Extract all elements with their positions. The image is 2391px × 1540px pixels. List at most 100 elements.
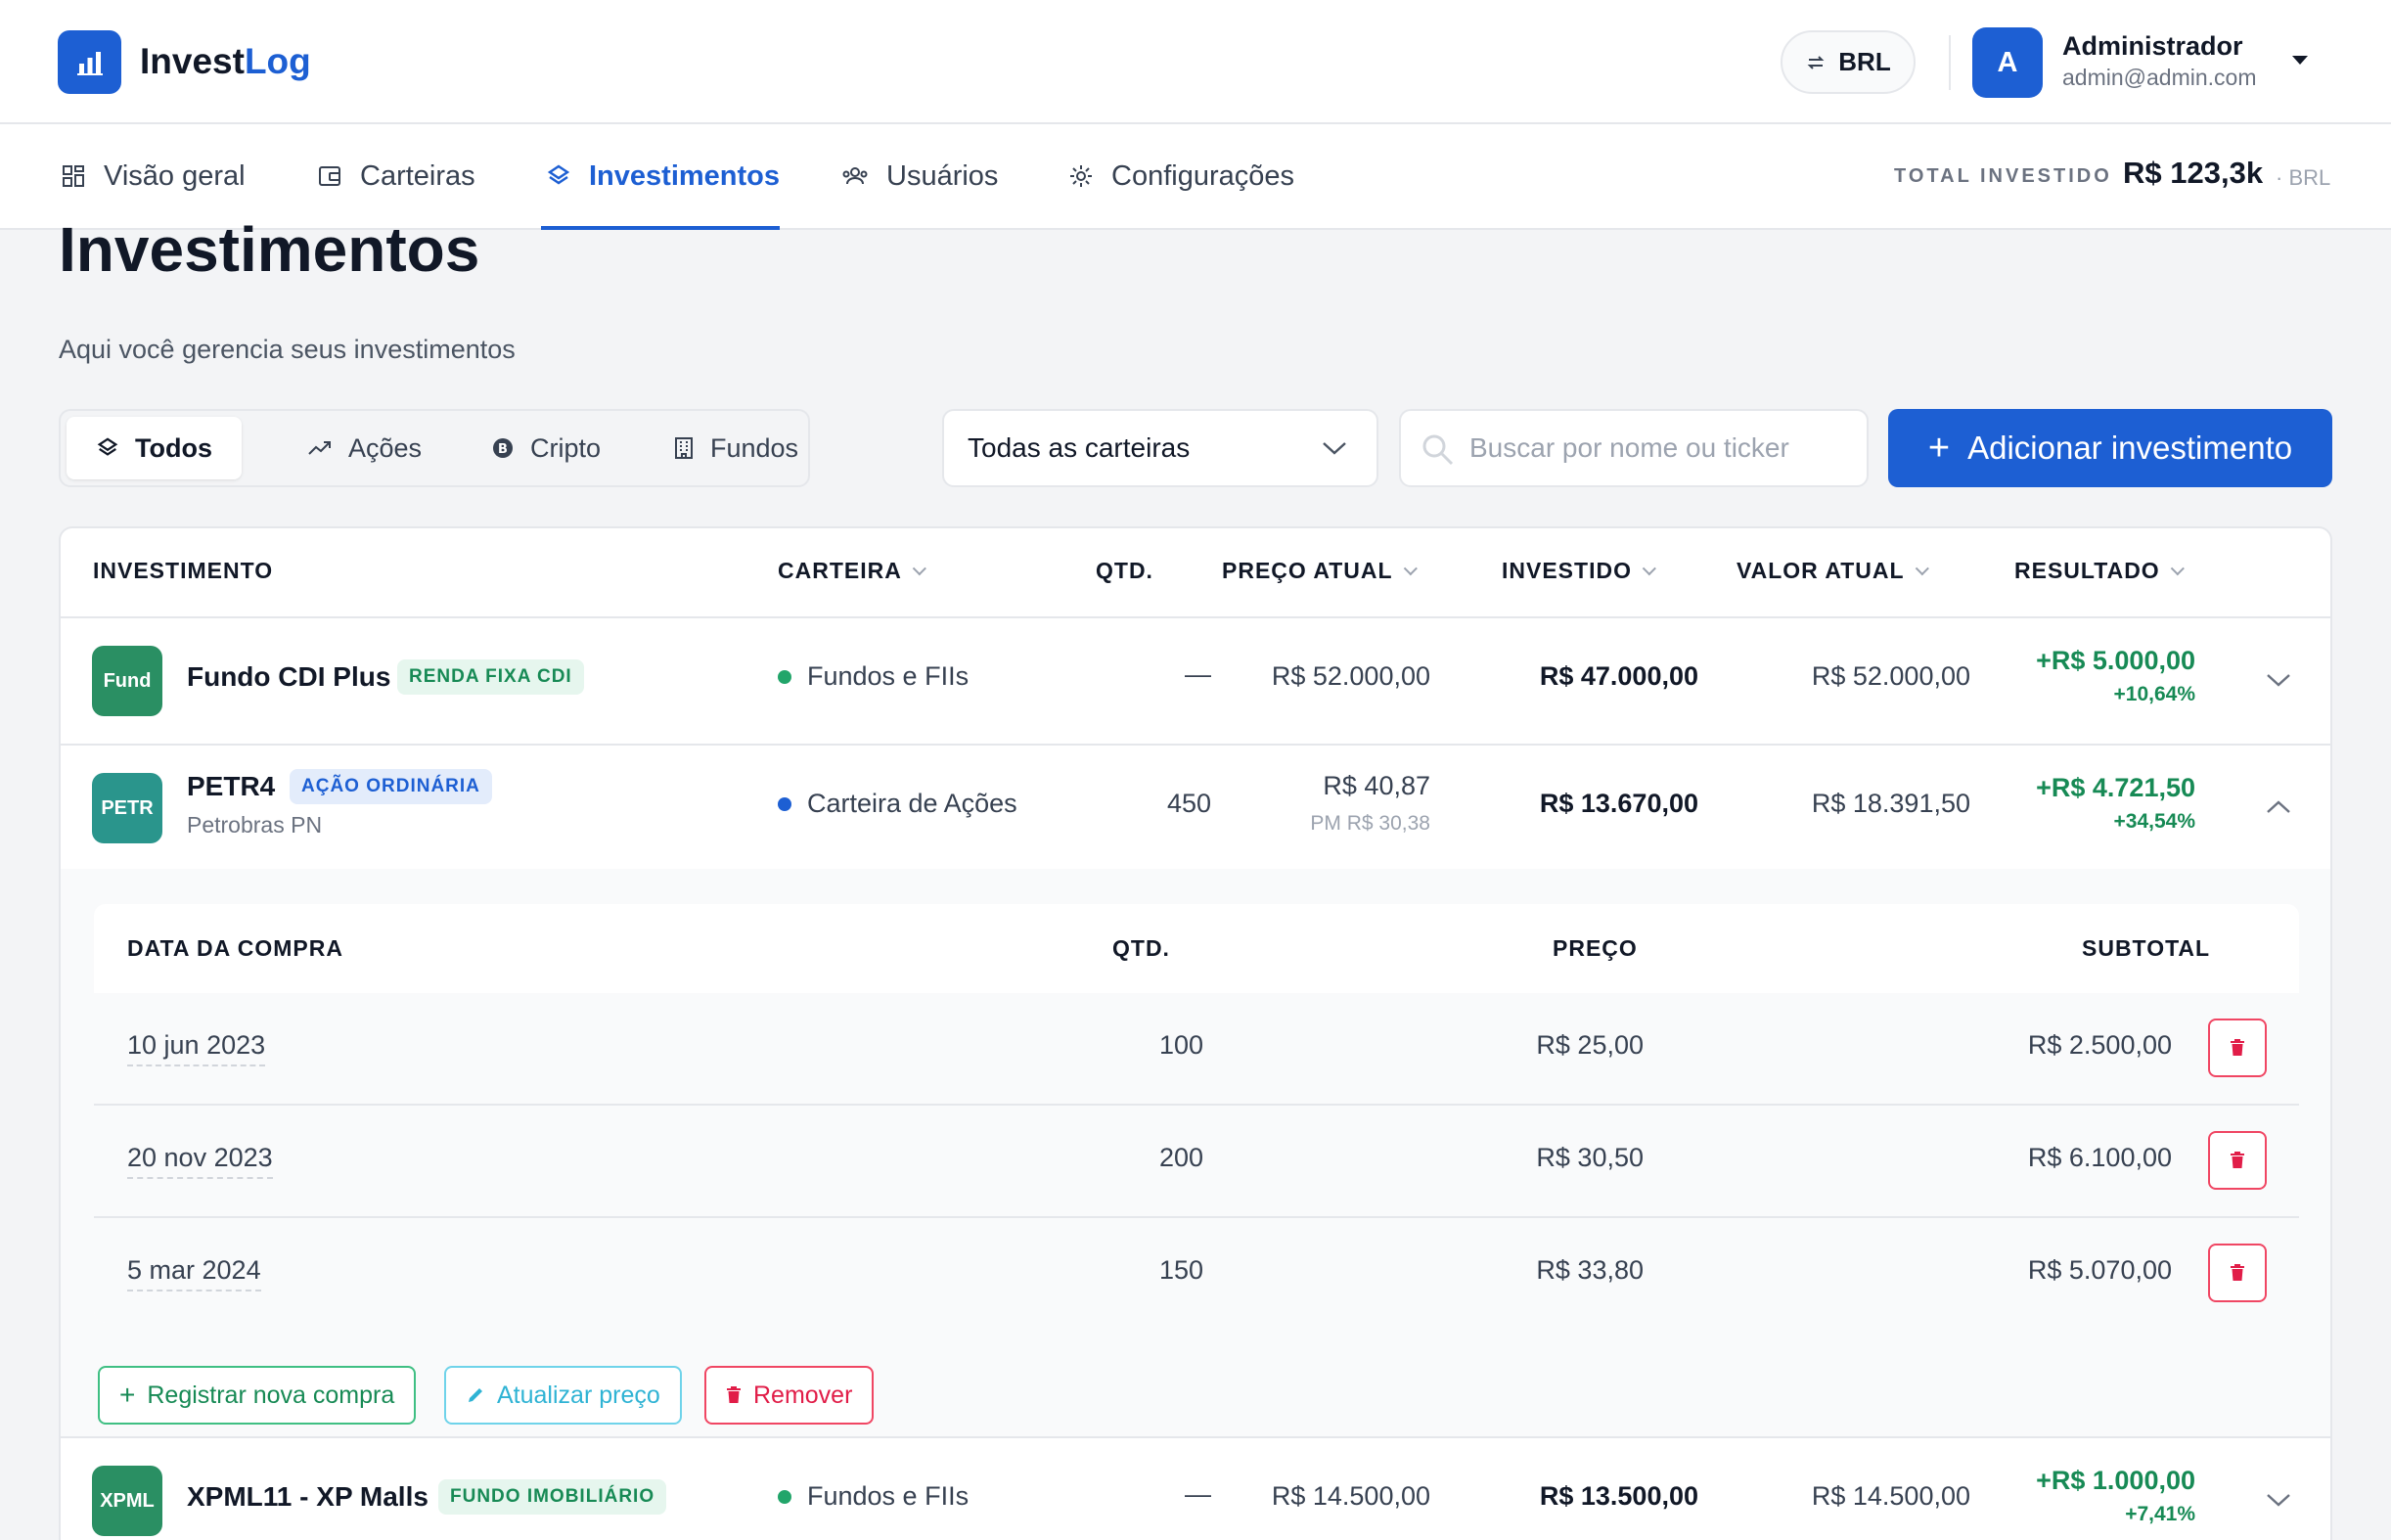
delete-purchase-button[interactable] [2208,1019,2267,1077]
purchase-row: 10 jun 2023 100 R$ 25,00 R$ 2.500,00 [94,993,2299,1104]
asset-type-badge: Fund [92,646,162,716]
purchase-price: R$ 25,00 [1536,1030,1644,1060]
wallet-select[interactable]: Todas as carteiras [942,409,1378,487]
investment-subname: Petrobras PN [187,812,323,838]
nav-item-settings[interactable]: Configurações [1068,124,1294,228]
nav-label: Investimentos [589,159,780,192]
qty-cell: 450 [1166,789,1211,818]
user-name[interactable]: Administrador [2062,31,2243,62]
user-menu-caret-icon[interactable] [2292,56,2308,65]
wallet-dot-icon [778,669,791,684]
purchase-qty: 150 [1158,1255,1203,1285]
collapse-row-chevron-up-icon[interactable] [2264,793,2293,822]
sort-caret-icon [912,561,926,575]
divider [1949,35,1951,90]
result-percent: +34,54% [2113,810,2196,833]
result-value: +R$ 5.000,00 [2036,646,2195,675]
purchase-price: R$ 30,50 [1536,1143,1644,1172]
register-purchase-button[interactable]: + Registrar nova compra [98,1366,417,1425]
column-header-purchase-qty: QTD. [1112,935,1170,961]
users-icon [842,167,868,185]
nav-item-investments[interactable]: Investimentos [546,124,780,228]
nav-label: Configurações [1111,159,1294,192]
sort-caret-icon [1915,561,1929,575]
current-value-cell: R$ 18.391,50 [1811,789,1970,818]
svg-text:B: B [498,442,508,457]
column-header-purchase-date: DATA DA COMPRA [127,935,343,961]
logo-icon[interactable] [58,30,121,94]
table-row[interactable]: XPML XPML11 - XP Malls FUNDO IMOBILIÁRIO… [61,1438,2330,1540]
average-price: PM R$ 30,38 [1310,812,1430,835]
column-header-investment: INVESTIMENTO [93,558,274,583]
remove-investment-label: Remover [753,1381,853,1409]
column-header-invested[interactable]: INVESTIDO [1502,558,1656,584]
search-input[interactable] [1469,411,1861,485]
table-row[interactable]: PETR PETR4 AÇÃO ORDINÁRIA Petrobras PN C… [61,746,2330,871]
column-header-purchase-price: PREÇO [1553,935,1638,961]
app-name[interactable]: InvestLog [140,41,311,82]
add-investment-button[interactable]: + Adicionar investimento [1888,409,2332,487]
investment-name: PETR4 [187,771,276,801]
filter-tab-label: Fundos [710,432,799,463]
sort-caret-icon [2170,561,2185,575]
invested-cell: R$ 13.500,00 [1539,1481,1698,1511]
current-value-cell: R$ 52.000,00 [1811,661,1970,691]
currency-label: BRL [1838,47,1891,76]
purchase-date[interactable]: 10 jun 2023 [127,1030,266,1066]
wallet-cell: Fundos e FIIs [778,1481,969,1512]
purchase-subtotal: R$ 6.100,00 [2027,1143,2172,1172]
filter-tab-label: Cripto [530,432,602,463]
category-tag: RENDA FIXA CDI [397,659,584,695]
gear-icon [1070,165,1092,187]
total-invested-label: TOTAL INVESTIDO [1894,165,2112,187]
wallet-dot-icon [778,796,791,811]
sort-caret-icon [1403,561,1418,575]
filter-tab-stocks[interactable]: Ações [278,417,451,479]
nav-label: Visão geral [104,159,246,192]
purchase-price: R$ 33,80 [1536,1255,1644,1285]
filter-tab-all[interactable]: Todos [67,417,242,479]
purchase-date[interactable]: 20 nov 2023 [127,1143,273,1179]
layers-icon [97,437,118,456]
total-invested-value: R$ 123,3k [2123,156,2264,190]
price-cell: R$ 52.000,00 [1271,661,1430,691]
column-header-wallet[interactable]: CARTEIRA [778,558,926,584]
wallet-dot-icon [778,1489,791,1504]
update-price-button[interactable]: Atualizar preço [444,1366,682,1425]
filter-tab-crypto[interactable]: B Cripto [462,417,630,479]
result-percent: +7,41% [2125,1503,2195,1525]
remove-investment-button[interactable]: Remover [704,1366,875,1425]
page-subtitle: Aqui você gerencia seus investimentos [59,335,516,364]
filter-tab-funds[interactable]: Fundos [644,417,828,479]
trash-icon [2231,1152,2244,1168]
wallet-cell: Fundos e FIIs [778,661,969,692]
trash-icon [2231,1039,2244,1056]
expand-row-chevron-down-icon[interactable] [2264,1485,2293,1515]
purchase-row: 20 nov 2023 200 R$ 30,50 R$ 6.100,00 [94,1106,2299,1216]
delete-purchase-button[interactable] [2208,1131,2267,1190]
building-icon [675,437,693,459]
column-header-current[interactable]: VALOR ATUAL [1737,558,1929,584]
filter-tab-label: Ações [348,432,423,463]
update-price-label: Atualizar preço [497,1381,660,1409]
filter-tab-label: Todos [135,432,212,463]
column-header-price[interactable]: PREÇO ATUAL [1222,558,1418,584]
delete-purchase-button[interactable] [2208,1244,2267,1302]
trend-icon [308,441,331,455]
user-email: admin@admin.com [2062,65,2257,90]
column-header-subtotal: SUBTOTAL [2082,935,2211,961]
purchase-row: 5 mar 2024 150 R$ 33,80 R$ 5.070,00 [94,1218,2299,1323]
avatar[interactable]: A [1972,27,2043,98]
register-purchase-label: Registrar nova compra [147,1381,395,1409]
table-row[interactable]: Fund Fundo CDI Plus RENDA FIXA CDI Fundo… [61,618,2330,744]
investments-table: INVESTIMENTO CARTEIRA QTD. PREÇO ATUAL I… [59,526,2332,1540]
result-value: +R$ 1.000,00 [2036,1466,2195,1495]
purchase-date[interactable]: 5 mar 2024 [127,1255,261,1291]
pencil-icon [469,1388,482,1402]
expand-row-chevron-down-icon[interactable] [2264,665,2293,695]
currency-toggle-button[interactable]: BRL [1781,30,1916,94]
nav-item-users[interactable]: Usuários [841,124,998,228]
grid-icon [63,165,84,187]
column-header-result[interactable]: RESULTADO [2014,558,2185,584]
search-box [1399,409,1869,487]
